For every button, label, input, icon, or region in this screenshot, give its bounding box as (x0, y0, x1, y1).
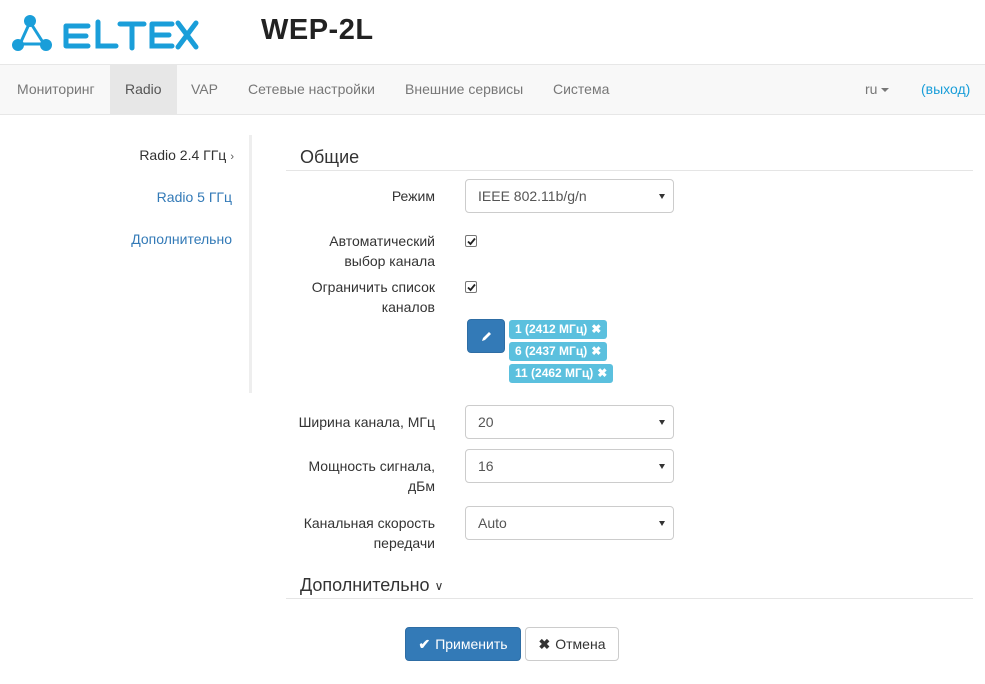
channel-tag: 1 (2412 МГц) ✖ (509, 320, 608, 339)
signal-power-select[interactable]: 16 (465, 449, 674, 483)
section-title-advanced: Дополнительно (300, 575, 430, 595)
channel-rate-label-line1: Канальная скорость (303, 515, 435, 531)
header: WEP-2L (0, 0, 985, 64)
channel-tag-label: 11 (2462 МГц) (515, 366, 594, 380)
channel-rate-value: Auto (478, 515, 507, 531)
channel-width-value: 20 (478, 414, 494, 430)
language-value: ru (865, 81, 878, 97)
limit-channels-label-line1: Ограничить список (311, 279, 435, 295)
channel-tag: 6 (2437 МГц) ✖ (509, 342, 608, 361)
device-title: WEP-2L (261, 14, 374, 46)
pencil-icon (482, 332, 491, 341)
auto-channel-label: Автоматический выбор канала (215, 231, 435, 271)
times-icon: ✖ (538, 636, 551, 652)
sidebar-item-radio-24[interactable]: Radio 2.4 ГГц › (139, 147, 234, 163)
select-arrow-icon (659, 194, 665, 199)
mode-label: Режим (391, 188, 435, 204)
auto-channel-checkbox[interactable] (465, 235, 477, 247)
channel-rate-label-line2: передачи (373, 535, 435, 551)
check-icon: ✔ (418, 636, 431, 652)
sidebar-item-label: Radio 2.4 ГГц (139, 147, 227, 163)
select-arrow-icon (659, 464, 665, 469)
limit-channels-label-line2: каналов (381, 299, 435, 315)
checkmark-icon (467, 283, 476, 292)
auto-channel-label-line1: Автоматический (329, 233, 435, 249)
channel-width-select[interactable]: 20 (465, 405, 674, 439)
remove-tag-icon[interactable]: ✖ (591, 320, 601, 339)
checkmark-icon (467, 237, 476, 246)
apply-button-label: Применить (435, 636, 508, 652)
section-toggle-advanced[interactable]: Дополнительно ∨ (300, 575, 443, 596)
select-arrow-icon (659, 420, 665, 425)
nav-external-services[interactable]: Внешние сервисы (390, 65, 538, 114)
section-divider (286, 170, 973, 171)
channel-rate-select[interactable]: Auto (465, 506, 674, 540)
remove-tag-icon[interactable]: ✖ (597, 364, 607, 383)
mode-select[interactable]: IEEE 802.11b/g/n (465, 179, 674, 213)
cancel-button[interactable]: ✖ Отмена (525, 627, 619, 661)
caret-down-icon (881, 88, 890, 93)
nav-system[interactable]: Система (538, 65, 624, 114)
signal-power-label-line2: дБм (408, 478, 435, 494)
channel-width-label: Ширина канала, МГц (298, 414, 435, 430)
language-dropdown[interactable]: ru (851, 65, 903, 114)
chevron-down-icon: ∨ (434, 579, 444, 594)
cancel-button-label: Отмена (555, 636, 606, 652)
remove-tag-icon[interactable]: ✖ (591, 342, 601, 361)
limit-channels-checkbox[interactable] (465, 281, 477, 293)
auto-channel-label-line2: выбор канала (344, 253, 435, 269)
nav-monitoring[interactable]: Мониторинг (2, 65, 110, 114)
logout-link[interactable]: (выход) (921, 65, 970, 114)
channel-tag-label: 6 (2437 МГц) (515, 344, 588, 358)
signal-power-value: 16 (478, 458, 494, 474)
apply-button[interactable]: ✔ Применить (405, 627, 521, 661)
nav-network-settings[interactable]: Сетевые настройки (233, 65, 390, 114)
chevron-right-icon: › (230, 151, 234, 163)
channel-rate-label: Канальная скорость передачи (215, 513, 435, 553)
select-arrow-icon (659, 521, 665, 526)
nav-radio[interactable]: Radio (110, 65, 177, 114)
eltex-logo[interactable] (8, 12, 200, 56)
top-navbar: Мониторинг Radio VAP Сетевые настройки В… (0, 64, 985, 115)
channel-tag: 11 (2462 МГц) ✖ (509, 364, 614, 383)
signal-power-label: Мощность сигнала, дБм (215, 456, 435, 496)
edit-channels-button[interactable] (467, 319, 505, 353)
limit-channels-label: Ограничить список каналов (215, 277, 435, 317)
signal-power-label-line1: Мощность сигнала, (308, 458, 435, 474)
section-title-general: Общие (300, 147, 360, 167)
section-divider (286, 598, 973, 599)
mode-value: IEEE 802.11b/g/n (478, 188, 587, 204)
channel-tag-label: 1 (2412 МГц) (515, 322, 588, 336)
nav-vap[interactable]: VAP (176, 65, 233, 114)
